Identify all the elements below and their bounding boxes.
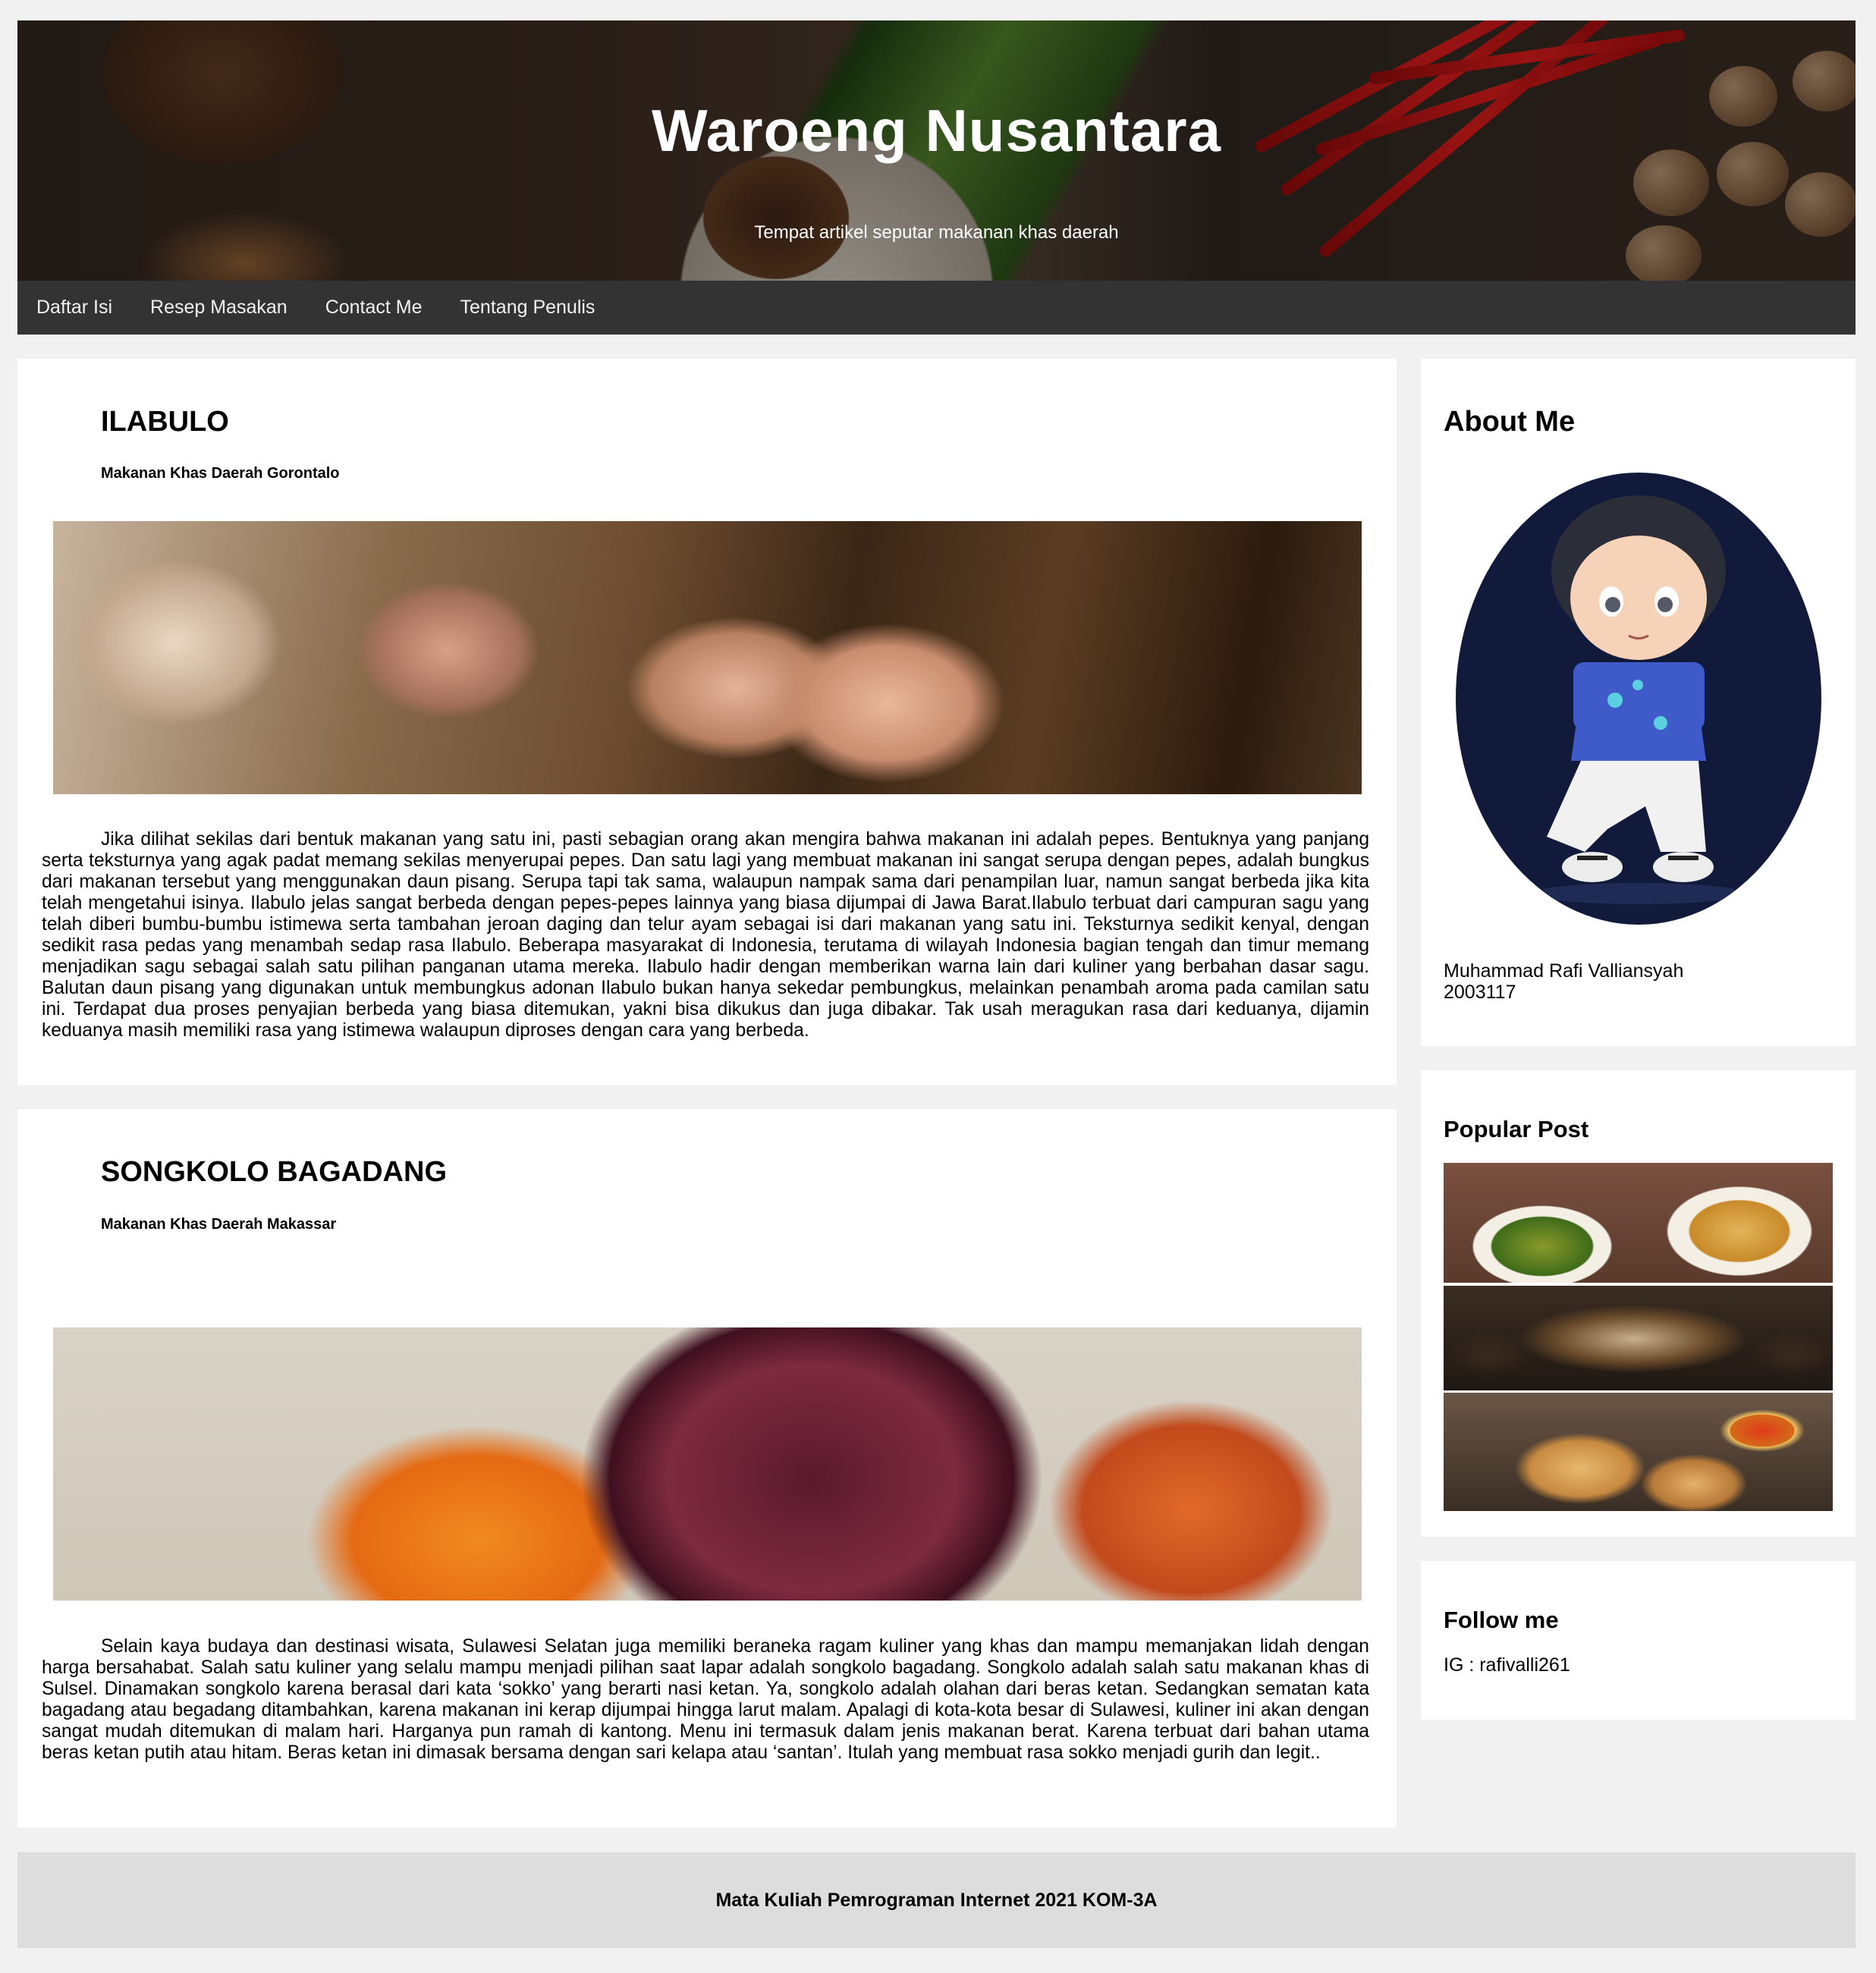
instagram-handle[interactable]: IG : rafivalli261: [1444, 1654, 1570, 1676]
ilabulo-photo: [53, 521, 1362, 794]
post-subtitle: Makanan Khas Daerah Makassar: [101, 1216, 337, 1233]
nav-item-tentang-penulis[interactable]: Tentang Penulis: [460, 297, 595, 319]
author-id: 2003117: [1444, 982, 1516, 1003]
about-me-card: About Me Muhammad Rafi Valliansyah 20031…: [1421, 359, 1856, 1046]
popular-post-card: Popular Post: [1421, 1070, 1856, 1537]
about-heading: About Me: [1444, 406, 1576, 438]
popular-heading: Popular Post: [1444, 1116, 1589, 1142]
post-subtitle: Makanan Khas Daerah Gorontalo: [101, 465, 340, 482]
site-subtitle: Tempat artikel seputar makanan khas daer…: [754, 222, 1119, 243]
post-title: ILABULO: [101, 406, 229, 438]
popular-post-image-3[interactable]: [1444, 1393, 1833, 1511]
nav-item-resep-masakan[interactable]: Resep Masakan: [150, 297, 288, 319]
nav-item-daftar-isi[interactable]: Daftar Isi: [36, 297, 112, 319]
songkolo-photo: [53, 1327, 1362, 1601]
post-body: Jika dilihat sekilas dari bentuk makanan…: [42, 829, 1369, 1041]
nav-item-contact-me[interactable]: Contact Me: [325, 297, 423, 319]
follow-me-card: Follow me IG : rafivalli261: [1421, 1561, 1856, 1720]
popular-post-image-1[interactable]: [1444, 1163, 1833, 1283]
post-body: Selain kaya budaya dan destinasi wisata,…: [42, 1636, 1369, 1763]
author-name: Muhammad Rafi Valliansyah: [1444, 960, 1684, 982]
post-title: SONGKOLO BAGADANG: [101, 1156, 447, 1188]
post-card-ilabulo: ILABULO Makanan Khas Daerah Gorontalo Ji…: [17, 359, 1397, 1085]
top-navigation: Daftar Isi Resep Masakan Contact Me Tent…: [17, 281, 1856, 335]
footer-text: Mata Kuliah Pemrograman Internet 2021 KO…: [715, 1889, 1158, 1911]
site-footer: Mata Kuliah Pemrograman Internet 2021 KO…: [17, 1852, 1856, 1948]
post-card-songkolo: SONGKOLO BAGADANG Makanan Khas Daerah Ma…: [17, 1109, 1397, 1827]
site-title: Waroeng Nusantara: [652, 97, 1221, 164]
author-avatar: [1456, 473, 1821, 925]
site-header: Waroeng Nusantara Tempat artikel seputar…: [17, 20, 1856, 281]
popular-post-image-2[interactable]: [1444, 1286, 1833, 1390]
follow-heading: Follow me: [1444, 1607, 1559, 1633]
